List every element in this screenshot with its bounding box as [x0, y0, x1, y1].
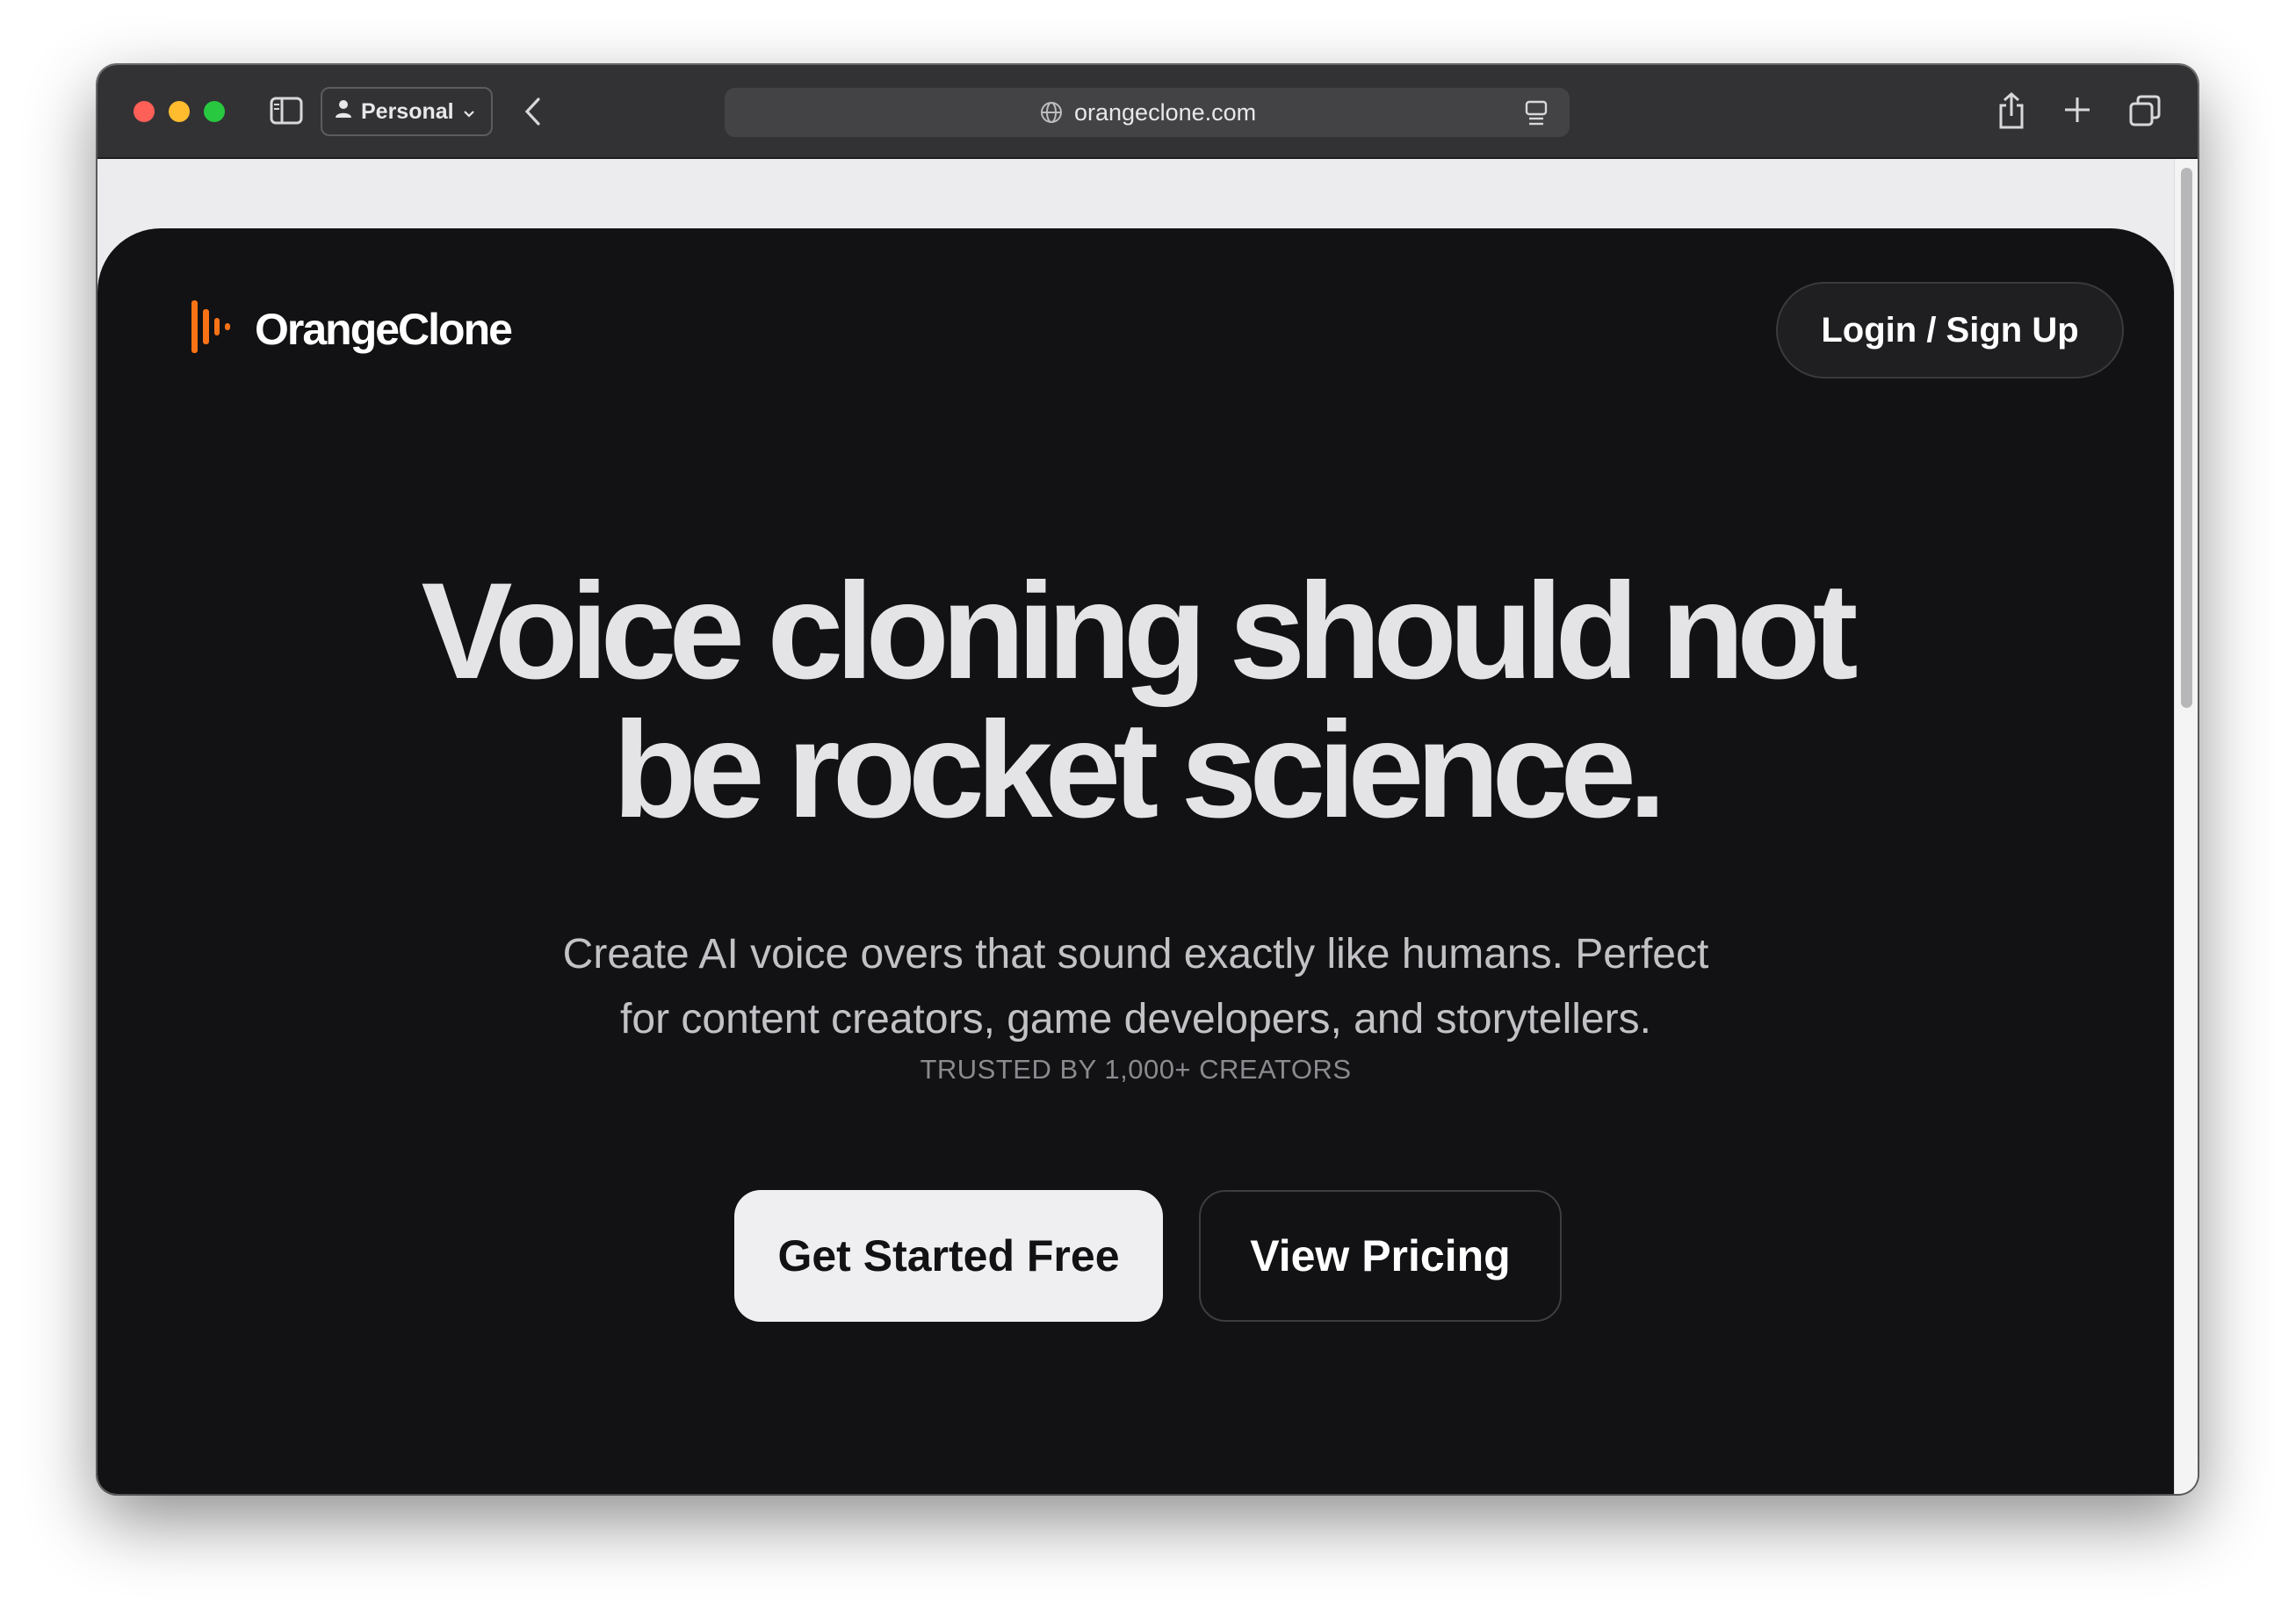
page-viewport: OrangeClone Login / Sign Up Voice clonin…: [97, 159, 2174, 1494]
logo-text: OrangeClone: [255, 304, 513, 354]
scrollbar[interactable]: [2174, 159, 2198, 1494]
minimize-window-button[interactable]: [169, 101, 190, 122]
get-started-free-button[interactable]: Get Started Free: [734, 1190, 1163, 1322]
globe-icon: [1039, 100, 1064, 125]
sidebar-icon[interactable]: [270, 97, 303, 125]
chevron-down-icon: [463, 99, 475, 125]
browser-window: Personal orangeclone.com OrangeClone Log…: [97, 65, 2198, 1494]
person-icon: [335, 99, 352, 125]
address-bar[interactable]: orangeclone.com: [725, 88, 1570, 137]
close-window-button[interactable]: [134, 101, 155, 122]
view-pricing-button[interactable]: View Pricing: [1199, 1190, 1562, 1322]
sound-wave-icon: [191, 299, 234, 359]
hero-headline: Voice cloning should not be rocket scien…: [97, 562, 2174, 840]
profile-label: Personal: [361, 98, 454, 124]
login-signup-button[interactable]: Login / Sign Up: [1776, 282, 2124, 379]
subhead-line-1: Create AI voice overs that sound exactly…: [562, 931, 1709, 977]
url-text: orangeclone.com: [1074, 99, 1257, 126]
headline-line-2: be rocket science.: [612, 694, 1667, 847]
back-chevron-icon[interactable]: [519, 97, 545, 126]
hero-section: OrangeClone Login / Sign Up Voice clonin…: [97, 228, 2174, 1494]
subhead-line-2: for content creators, game developers, a…: [620, 996, 1651, 1042]
scrollbar-thumb[interactable]: [2181, 168, 2192, 708]
zoom-window-button[interactable]: [204, 101, 225, 122]
reader-icon[interactable]: [1524, 100, 1549, 126]
share-icon[interactable]: [1996, 91, 2026, 130]
hero-subheadline: Create AI voice overs that sound exactly…: [97, 922, 2174, 1052]
plus-icon[interactable]: [2062, 95, 2092, 125]
logo[interactable]: OrangeClone: [191, 299, 513, 359]
headline-line-1: Voice cloning should not: [421, 555, 1858, 708]
trusted-by-text: TRUSTED BY 1,000+ CREATORS: [920, 1054, 1352, 1085]
tabs-icon[interactable]: [2128, 94, 2162, 127]
profile-button[interactable]: Personal: [321, 87, 493, 136]
browser-titlebar: Personal orangeclone.com: [97, 65, 2198, 159]
